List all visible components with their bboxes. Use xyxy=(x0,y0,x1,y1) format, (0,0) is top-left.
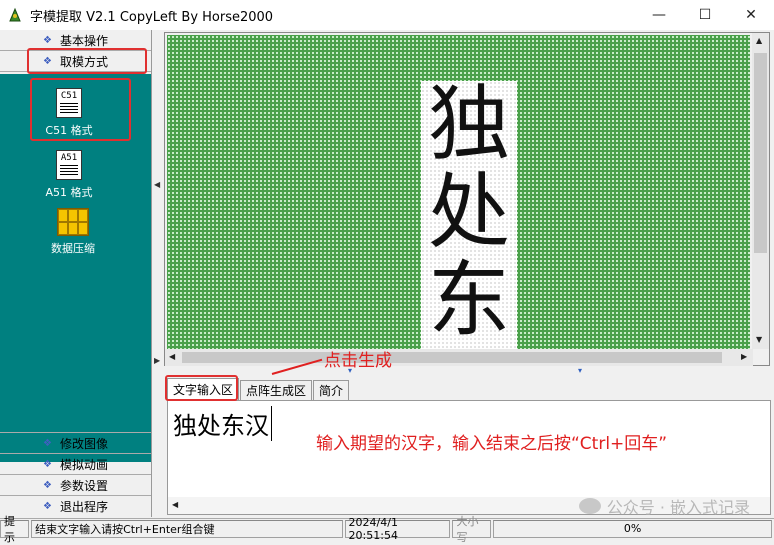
dot-grid[interactable]: 独 处 东 xyxy=(167,35,750,349)
highlight-mode-box xyxy=(27,48,147,74)
wechat-icon xyxy=(578,498,601,514)
glyph: 处 xyxy=(427,165,510,260)
annotation-click-generate: 点击生成 xyxy=(324,351,392,371)
scroll-thumb[interactable] xyxy=(182,352,722,363)
sidebar-item-animation[interactable]: ❖ 模拟动画 xyxy=(0,453,151,474)
status-bar: 提示 结束文字输入请按Ctrl+Enter组合键 2024/4/1 20:51:… xyxy=(0,515,774,544)
app-icon xyxy=(6,6,24,24)
sidebar-bottom: ❖ 修改图像 ❖ 模拟动画 ❖ 参数设置 ❖ 退出程序 xyxy=(0,432,151,516)
text-input-value[interactable]: 独处东汉 xyxy=(173,406,272,441)
collapse-left-icon[interactable]: ◀ xyxy=(154,180,160,189)
horizontal-scrollbar[interactable]: ◀ ▶ xyxy=(165,349,753,366)
tab-intro[interactable]: 简介 xyxy=(313,380,350,400)
glyph-column: 独 处 东 xyxy=(421,81,517,349)
tool-label: A51 格式 xyxy=(45,186,93,199)
scroll-left-icon[interactable]: ◀ xyxy=(172,500,178,509)
sidebar-item-label: 基本操作 xyxy=(59,33,108,48)
maximize-button[interactable]: ☐ xyxy=(682,0,728,30)
expand-down-icon[interactable]: ▾ xyxy=(578,366,582,375)
tool-label: 数据压缩 xyxy=(51,242,95,255)
scroll-left-icon[interactable]: ◀ xyxy=(169,352,175,361)
watermark: 公众号 · 嵌入式记录 xyxy=(578,494,750,518)
status-progress: 0% xyxy=(493,519,772,538)
status-datetime: 2024/4/1 20:51:54 xyxy=(344,516,451,542)
sidebar-item-settings[interactable]: ❖ 参数设置 xyxy=(0,474,151,495)
status-prompt-label: 提示 xyxy=(0,515,30,544)
glyph: 东 xyxy=(427,253,510,348)
scroll-thumb[interactable] xyxy=(754,53,767,253)
sidebar-item-label: 参数设置 xyxy=(59,478,108,493)
a51-format-button[interactable]: A51 A51 格式 xyxy=(34,150,104,200)
glyph: 独 xyxy=(427,77,510,172)
scroll-up-icon[interactable]: ▲ xyxy=(756,36,762,45)
highlight-c51-box xyxy=(30,78,131,141)
bullet-icon: ❖ xyxy=(43,458,52,470)
bullet-icon: ❖ xyxy=(43,437,52,449)
title-bar: 字模提取 V2.1 CopyLeft By Horse2000 — ☐ ✕ xyxy=(0,0,774,30)
expand-right-icon[interactable]: ▶ xyxy=(154,356,160,365)
close-button[interactable]: ✕ xyxy=(728,0,774,30)
vertical-splitter[interactable]: ◀ ▶ xyxy=(152,30,164,517)
dot-matrix-canvas: 独 处 东 ▲ ▼ ◀ ▶ xyxy=(164,32,770,366)
sidebar-item-label: 模拟动画 xyxy=(59,457,108,472)
bullet-icon: ❖ xyxy=(43,500,52,512)
tab-dot-generate[interactable]: 点阵生成区 xyxy=(240,380,313,400)
minimize-button[interactable]: — xyxy=(636,0,682,30)
bullet-icon: ❖ xyxy=(43,34,52,46)
highlight-tab-box xyxy=(165,375,238,401)
compress-button[interactable]: 数据压缩 xyxy=(38,208,108,256)
vertical-scrollbar[interactable]: ▲ ▼ xyxy=(752,33,769,349)
watermark-text: 公众号 · 嵌入式记录 xyxy=(606,498,750,517)
status-caps: 大小写 xyxy=(452,515,492,544)
window-title: 字模提取 V2.1 CopyLeft By Horse2000 xyxy=(30,9,274,25)
scroll-down-icon[interactable]: ▼ xyxy=(756,335,762,344)
horizontal-splitter[interactable]: ▾ ▾ xyxy=(164,366,770,375)
a51-icon: A51 xyxy=(56,150,82,180)
status-message: 结束文字输入请按Ctrl+Enter组合键 xyxy=(31,519,343,538)
scroll-right-icon[interactable]: ▶ xyxy=(741,352,747,361)
sidebar-item-label: 修改图像 xyxy=(59,436,108,451)
compress-icon xyxy=(57,208,89,236)
sidebar-item-edit-image[interactable]: ❖ 修改图像 xyxy=(0,432,151,453)
bullet-icon: ❖ xyxy=(43,479,52,491)
annotation-instruction: 输入期望的汉字，输入结束之后按“Ctrl+回车” xyxy=(316,434,668,454)
sidebar-item-label: 退出程序 xyxy=(59,499,108,514)
